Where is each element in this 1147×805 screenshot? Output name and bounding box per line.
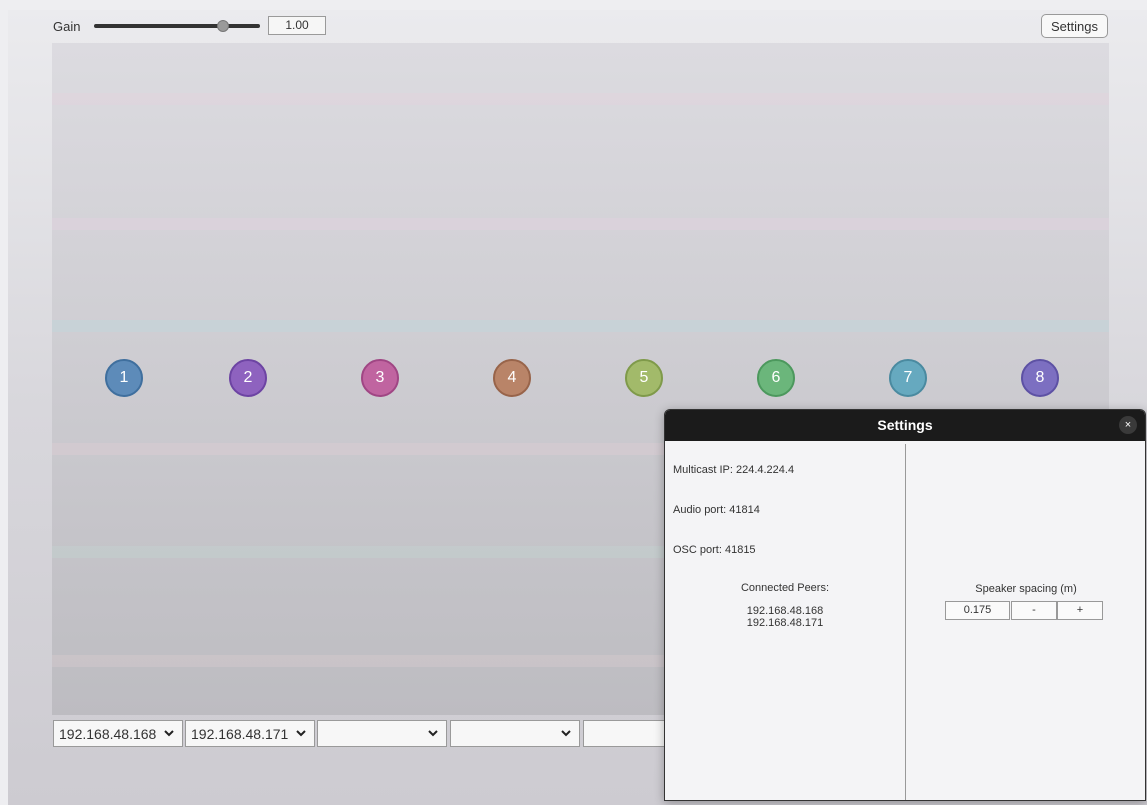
- peer-select-value: 192.168.48.171: [191, 726, 289, 742]
- peer-select-5[interactable]: [583, 720, 665, 747]
- speaker-5[interactable]: 5: [625, 359, 663, 397]
- close-icon[interactable]: ×: [1119, 416, 1137, 434]
- speaker-spacing-label: Speaker spacing (m): [975, 583, 1077, 595]
- connected-peer-item: 192.168.48.171: [746, 617, 824, 629]
- speaker-4[interactable]: 4: [493, 359, 531, 397]
- chevron-down-icon[interactable]: ⌵: [163, 727, 175, 739]
- stage-band: [52, 93, 1109, 105]
- gain-slider[interactable]: [94, 18, 260, 34]
- chevron-down-icon[interactable]: ⌵: [427, 727, 439, 739]
- speaker-3[interactable]: 3: [361, 359, 399, 397]
- peer-select-1[interactable]: 192.168.48.168 ⌵: [53, 720, 183, 747]
- spacing-decrement-button[interactable]: -: [1011, 601, 1057, 620]
- settings-button[interactable]: Settings: [1041, 14, 1108, 38]
- gain-label: Gain: [53, 19, 81, 34]
- speaker-spacing-input[interactable]: 0.175: [945, 601, 1010, 620]
- speaker-6[interactable]: 6: [757, 359, 795, 397]
- stage-band: [52, 320, 1109, 332]
- audio-port-text: Audio port: 41814: [673, 504, 760, 516]
- chevron-down-icon[interactable]: ⌵: [295, 727, 307, 739]
- osc-port-text: OSC port: 41815: [673, 544, 756, 556]
- gain-slider-track[interactable]: [94, 24, 260, 28]
- settings-dialog: Settings × Multicast IP: 224.4.224.4 Aud…: [664, 409, 1146, 801]
- multicast-ip-text: Multicast IP: 224.4.224.4: [673, 464, 795, 476]
- stage-band: [52, 218, 1109, 230]
- connected-peers-label: Connected Peers:: [740, 582, 830, 594]
- gain-value-field[interactable]: 1.00: [268, 16, 326, 35]
- speaker-1[interactable]: 1: [105, 359, 143, 397]
- dialog-divider: [905, 444, 906, 800]
- connected-peer-item: 192.168.48.168: [746, 605, 824, 617]
- speaker-2[interactable]: 2: [229, 359, 267, 397]
- speaker-8[interactable]: 8: [1021, 359, 1059, 397]
- peer-select-2[interactable]: 192.168.48.171 ⌵: [185, 720, 315, 747]
- peer-select-3[interactable]: ⌵: [317, 720, 447, 747]
- spacing-increment-button[interactable]: +: [1057, 601, 1103, 620]
- peer-select-4[interactable]: ⌵: [450, 720, 580, 747]
- chevron-down-icon[interactable]: ⌵: [560, 727, 572, 739]
- peer-select-value: 192.168.48.168: [59, 726, 157, 742]
- speaker-7[interactable]: 7: [889, 359, 927, 397]
- dialog-title: Settings: [665, 410, 1145, 441]
- gain-slider-thumb[interactable]: [217, 20, 229, 32]
